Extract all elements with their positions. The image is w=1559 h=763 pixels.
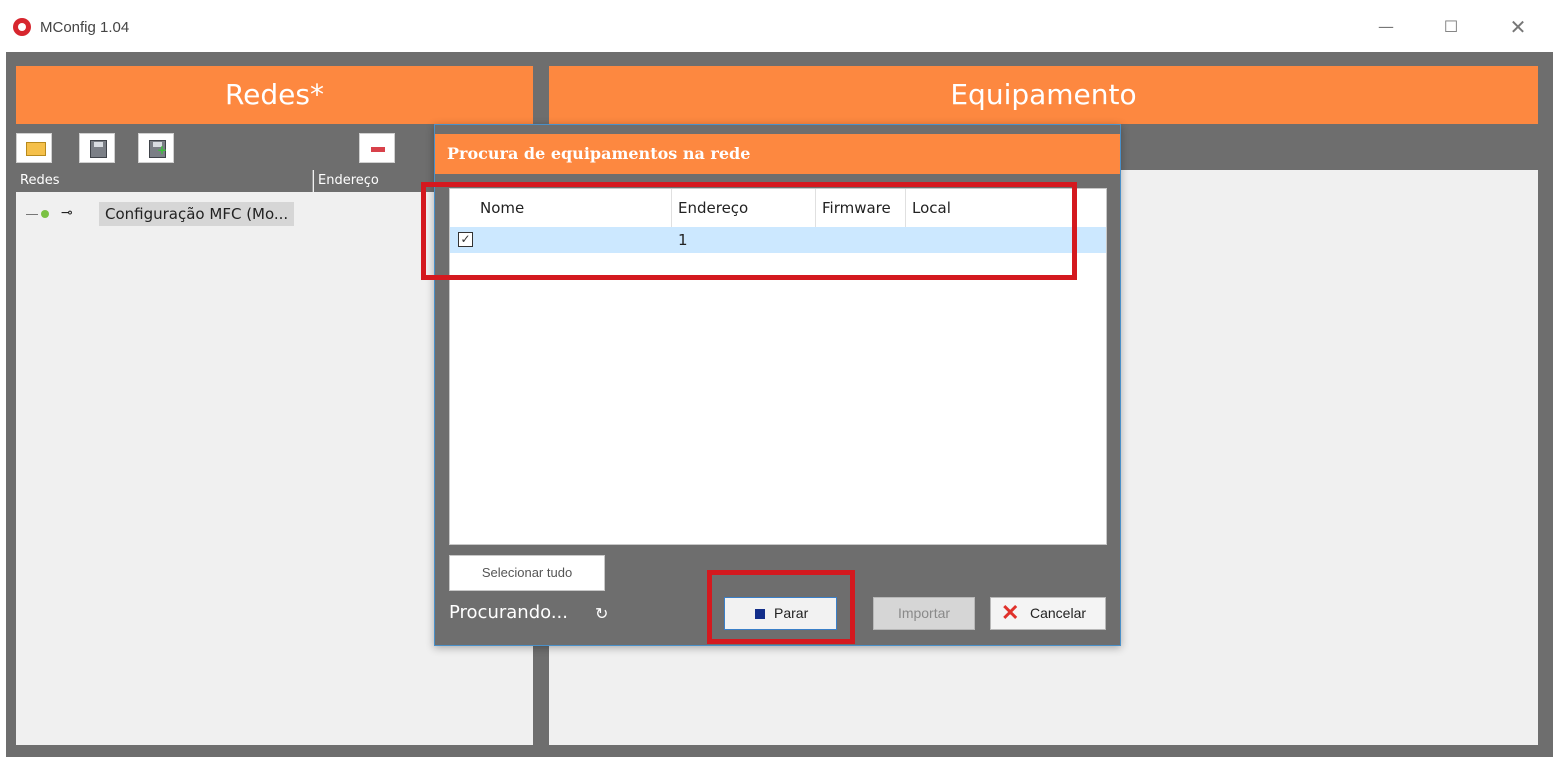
open-button[interactable] <box>16 133 52 163</box>
highlight-box-parar <box>707 570 855 644</box>
app-logo-icon <box>13 18 31 36</box>
select-all-button[interactable]: Selecionar tudo <box>449 555 605 591</box>
dialog-title: Procura de equipamentos na rede <box>435 134 1120 174</box>
cancel-button[interactable]: ✕ Cancelar <box>990 597 1106 630</box>
cancel-button-label: Cancelar <box>1030 605 1087 621</box>
minimize-button[interactable]: — <box>1371 14 1401 40</box>
save-icon <box>90 140 107 158</box>
cancel-x-icon: ✕ <box>1001 600 1020 625</box>
app-window: MConfig 1.04 — ☐ ✕ Redes* Equipamento Re… <box>0 0 1559 763</box>
save-as-button[interactable] <box>138 133 174 163</box>
import-button-label: Importar <box>897 605 951 621</box>
maximize-button[interactable]: ☐ <box>1436 14 1466 40</box>
search-status: Procurando... <box>449 602 568 623</box>
highlight-box-list <box>421 182 1077 280</box>
folder-open-icon <box>26 142 46 156</box>
redes-panel-header: Redes* <box>16 66 533 124</box>
remove-button[interactable] <box>359 133 395 163</box>
equipamento-panel-header: Equipamento <box>549 66 1538 124</box>
close-button[interactable]: ✕ <box>1503 14 1533 40</box>
save-button[interactable] <box>79 133 115 163</box>
save-as-icon <box>149 140 167 158</box>
import-button[interactable]: Importar <box>873 597 975 630</box>
window-title: MConfig 1.04 <box>40 19 130 36</box>
network-icon: ⊸ <box>61 205 73 221</box>
spinner-icon: ↻ <box>595 604 609 623</box>
tree-connector <box>26 214 38 215</box>
minus-icon <box>371 147 385 152</box>
tree-item-label[interactable]: Configuração MFC (Mo... <box>99 202 295 226</box>
column-header-redes[interactable]: Redes <box>16 170 313 192</box>
title-bar: MConfig 1.04 — ☐ ✕ <box>0 0 1559 52</box>
status-dot-icon <box>41 210 49 218</box>
